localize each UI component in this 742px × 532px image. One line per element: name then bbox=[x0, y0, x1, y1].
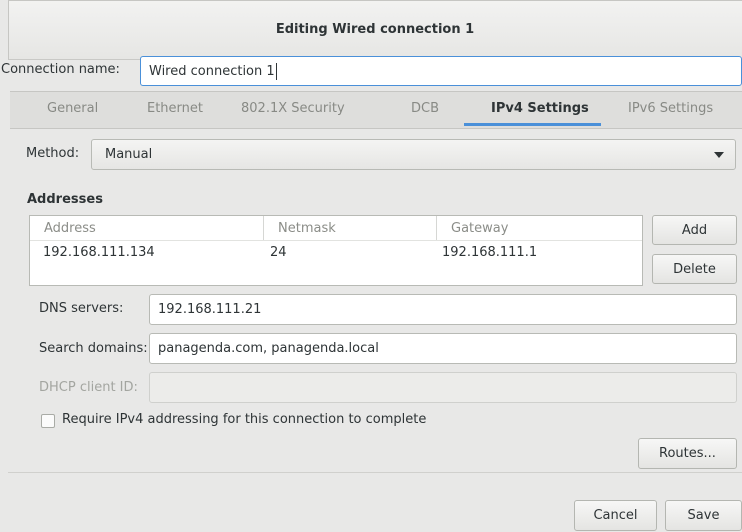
tab-ipv6-settings[interactable]: IPv6 Settings bbox=[628, 101, 713, 116]
connection-name-value: Wired connection 1 bbox=[149, 63, 275, 79]
table-row[interactable]: 192.168.111.134 24 192.168.111.1 bbox=[30, 241, 642, 265]
gateway-cell[interactable]: 192.168.111.1 bbox=[442, 245, 537, 260]
tab-ethernet[interactable]: Ethernet bbox=[147, 101, 203, 116]
column-header-address[interactable]: Address bbox=[30, 216, 264, 240]
chevron-down-icon bbox=[714, 152, 724, 158]
connection-name-label: Connection name: bbox=[1, 62, 120, 77]
dhcp-client-id-input[interactable] bbox=[149, 372, 737, 403]
search-domains-value: panagenda.com, panagenda.local bbox=[158, 341, 379, 356]
tab-ipv4-settings[interactable]: IPv4 Settings bbox=[491, 101, 589, 116]
dns-servers-label: DNS servers: bbox=[39, 301, 124, 316]
save-button[interactable]: Save bbox=[665, 500, 742, 531]
text-cursor bbox=[275, 62, 277, 80]
search-domains-label: Search domains: bbox=[39, 341, 148, 356]
delete-address-button[interactable]: Delete bbox=[652, 254, 737, 284]
netmask-cell[interactable]: 24 bbox=[270, 245, 287, 260]
tab-general[interactable]: General bbox=[47, 101, 98, 116]
addresses-heading: Addresses bbox=[27, 192, 103, 207]
column-header-netmask[interactable]: Netmask bbox=[264, 216, 437, 240]
method-select[interactable]: Manual bbox=[91, 139, 736, 170]
search-domains-input[interactable]: panagenda.com, panagenda.local bbox=[149, 333, 737, 364]
dhcp-client-id-label: DHCP client ID: bbox=[39, 380, 138, 395]
window-title: Editing Wired connection 1 bbox=[275, 22, 475, 37]
dns-servers-value: 192.168.111.21 bbox=[158, 302, 262, 317]
connection-name-input[interactable]: Wired connection 1 bbox=[140, 56, 742, 86]
column-header-gateway[interactable]: Gateway bbox=[437, 216, 642, 240]
require-ipv4-label[interactable]: Require IPv4 addressing for this connect… bbox=[62, 412, 426, 427]
active-tab-indicator bbox=[464, 123, 601, 126]
routes-button[interactable]: Routes... bbox=[638, 438, 737, 469]
cancel-button[interactable]: Cancel bbox=[574, 500, 657, 531]
address-cell[interactable]: 192.168.111.134 bbox=[43, 245, 155, 260]
require-ipv4-checkbox[interactable] bbox=[41, 414, 55, 428]
method-value: Manual bbox=[105, 147, 153, 162]
tab-8021x-security[interactable]: 802.1X Security bbox=[241, 101, 345, 116]
add-address-button[interactable]: Add bbox=[652, 215, 737, 245]
dns-servers-input[interactable]: 192.168.111.21 bbox=[149, 294, 737, 325]
tab-dcb[interactable]: DCB bbox=[411, 101, 439, 116]
method-label: Method: bbox=[26, 146, 80, 161]
